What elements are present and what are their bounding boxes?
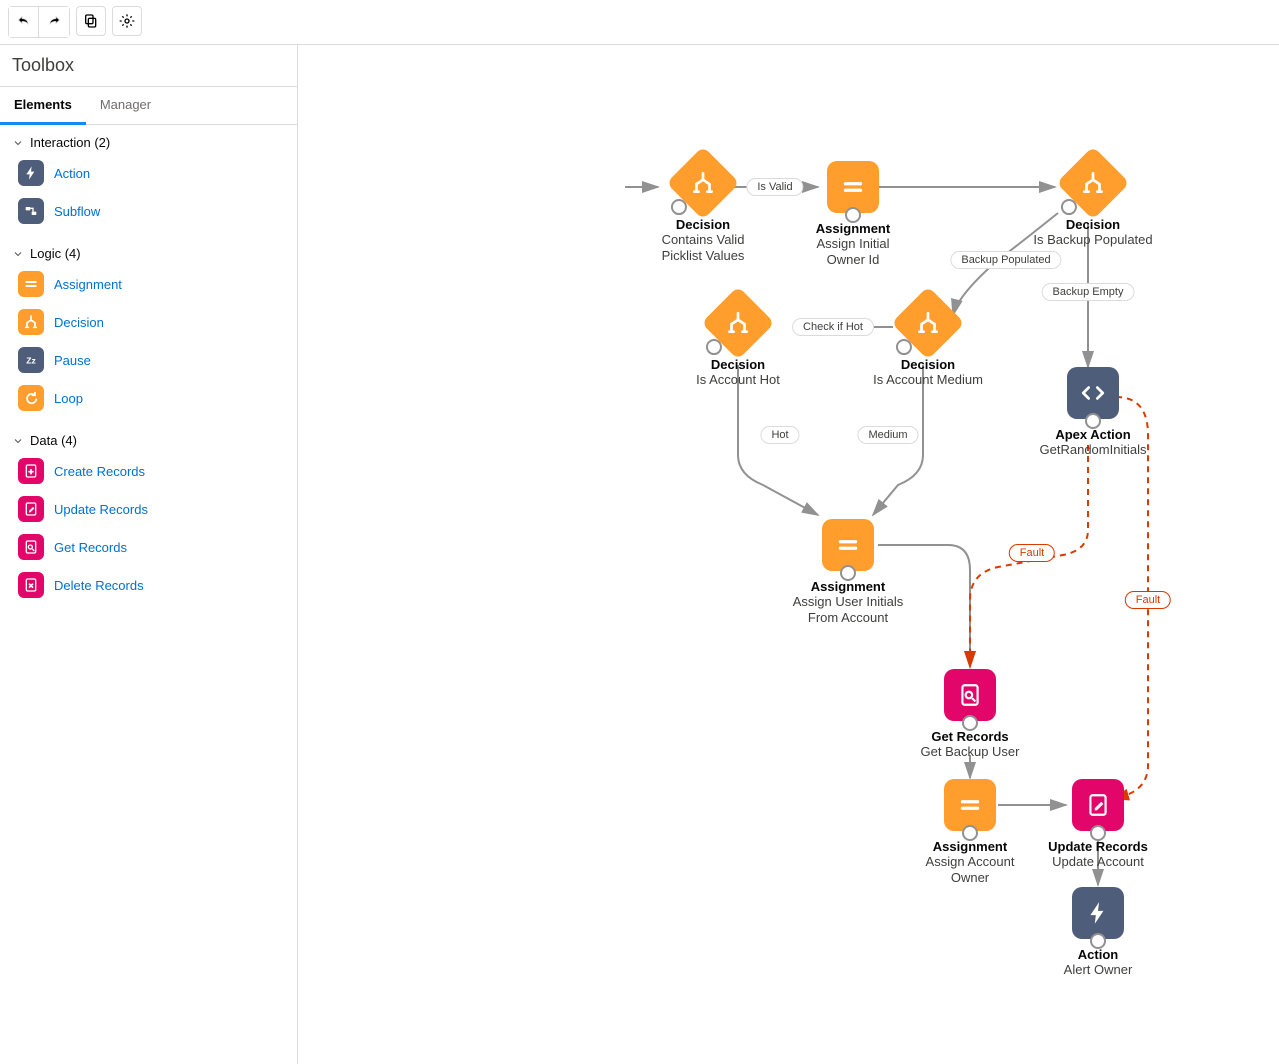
top-toolbar xyxy=(0,0,1279,45)
edge-label-hot[interactable]: Hot xyxy=(760,426,799,444)
section-head-interaction[interactable]: Interaction (2) xyxy=(0,125,297,154)
copy-button[interactable] xyxy=(76,6,106,36)
code-icon xyxy=(1080,380,1106,406)
clipboard-search-icon xyxy=(957,682,983,708)
edge-label-medium[interactable]: Medium xyxy=(857,426,918,444)
node-decision-medium[interactable]: Decision Is Account Medium xyxy=(868,297,988,388)
palette-item-create-records[interactable]: Create Records xyxy=(0,452,297,490)
flow-canvas[interactable]: Start Schedule-Triggered Flow Flow Start… xyxy=(298,45,1279,1064)
start-subtitle: Schedule-Triggered Flow xyxy=(386,138,614,153)
start-card[interactable]: Start Schedule-Triggered Flow Flow Start… xyxy=(373,93,627,275)
tab-manager[interactable]: Manager xyxy=(86,87,165,124)
toolbox-title: Toolbox xyxy=(0,45,297,86)
copy-icon xyxy=(83,13,99,29)
tab-elements[interactable]: Elements xyxy=(0,87,86,125)
palette-item-label: Get Records xyxy=(54,540,127,555)
palette-item-action[interactable]: Action xyxy=(0,154,297,192)
branch-icon xyxy=(690,170,716,196)
node-assignment-owner[interactable]: Assignment Assign Account Owner xyxy=(915,779,1025,885)
clipboard-edit-icon xyxy=(1085,792,1111,818)
start-title: Start xyxy=(386,120,614,138)
node-decision-backup[interactable]: Decision Is Backup Populated xyxy=(1028,157,1158,248)
palette-item-label: Update Records xyxy=(54,502,148,517)
palette-item-update-records[interactable]: Update Records xyxy=(0,490,297,528)
palette-item-label: Decision xyxy=(54,315,104,330)
clip-x-icon xyxy=(18,572,44,598)
equals-icon xyxy=(957,792,983,818)
bolt-icon xyxy=(1085,900,1111,926)
bolt-icon xyxy=(18,160,44,186)
edge-label-backup-empty[interactable]: Backup Empty xyxy=(1042,283,1135,301)
edge-label-check-if-hot[interactable]: Check if Hot xyxy=(792,318,874,336)
start-row-schedule[interactable]: Flow Starts: Thu, Jun 25, 2020 12:0… Fre… xyxy=(374,165,626,227)
edge-label-fault-2[interactable]: Fault xyxy=(1125,591,1171,609)
toolbox-tabs: Elements Manager xyxy=(0,86,297,125)
section-head-logic[interactable]: Logic (4) xyxy=(0,236,297,265)
branch-icon xyxy=(725,310,751,336)
zz-icon: Zz xyxy=(18,347,44,373)
palette-item-label: Action xyxy=(54,166,90,181)
start-row-object[interactable]: Object: Account Record Conditions: 2 app… xyxy=(374,227,626,274)
section-head-data[interactable]: Data (4) xyxy=(0,423,297,452)
loop-icon xyxy=(18,385,44,411)
palette-item-subflow[interactable]: Subflow xyxy=(0,192,297,230)
palette-item-label: Loop xyxy=(54,391,83,406)
branch-icon xyxy=(18,309,44,335)
palette-item-label: Pause xyxy=(54,353,91,368)
palette-item-assignment[interactable]: Assignment xyxy=(0,265,297,303)
redo-button[interactable] xyxy=(39,7,69,37)
clip-search-icon xyxy=(18,534,44,560)
edit-object-link[interactable]: Edit xyxy=(592,236,614,251)
node-decision-contains[interactable]: Decision Contains Valid Picklist Values xyxy=(648,157,758,263)
equals-icon xyxy=(835,532,861,558)
node-apex-action[interactable]: Apex Action GetRandomInitials xyxy=(1033,367,1153,458)
clip-pen-icon xyxy=(18,496,44,522)
svg-text:Zz: Zz xyxy=(26,355,36,365)
node-assignment-initials[interactable]: Assignment Assign User Initials From Acc… xyxy=(783,519,913,625)
chevron-down-icon xyxy=(12,137,24,149)
gear-icon xyxy=(119,13,135,29)
palette-item-label: Delete Records xyxy=(54,578,144,593)
equals-icon xyxy=(18,271,44,297)
branch-icon xyxy=(915,310,941,336)
node-action-alert[interactable]: Action Alert Owner xyxy=(1043,887,1153,978)
undo-button[interactable] xyxy=(9,7,39,37)
chevron-down-icon xyxy=(12,435,24,447)
palette-item-decision[interactable]: Decision xyxy=(0,303,297,341)
branch-icon xyxy=(1080,170,1106,196)
palette-item-pause[interactable]: Zz Pause xyxy=(0,341,297,379)
undo-icon xyxy=(16,14,32,30)
settings-button[interactable] xyxy=(112,6,142,36)
palette-item-loop[interactable]: Loop xyxy=(0,379,297,417)
history-button-group xyxy=(8,6,70,38)
palette-item-label: Assignment xyxy=(54,277,122,292)
edit-schedule-link[interactable]: Edit xyxy=(592,174,614,189)
palette-item-label: Subflow xyxy=(54,204,100,219)
subflow-icon xyxy=(18,198,44,224)
equals-icon xyxy=(840,174,866,200)
edge-label-fault-1[interactable]: Fault xyxy=(1009,544,1055,562)
palette-item-label: Create Records xyxy=(54,464,145,479)
node-update-records[interactable]: Update Records Update Account xyxy=(1043,779,1153,870)
chevron-down-icon xyxy=(12,248,24,260)
node-decision-hot[interactable]: Decision Is Account Hot xyxy=(683,297,793,388)
edge-label-backup-populated[interactable]: Backup Populated xyxy=(950,251,1061,269)
node-assignment-initial[interactable]: Assignment Assign Initial Owner Id xyxy=(798,161,908,267)
node-get-records[interactable]: Get Records Get Backup User xyxy=(915,669,1025,760)
palette-item-delete-records[interactable]: Delete Records xyxy=(0,566,297,604)
clip-plus-icon xyxy=(18,458,44,484)
redo-icon xyxy=(46,14,62,30)
toolbox-sidebar: Toolbox Elements Manager Interaction (2)… xyxy=(0,45,298,1064)
palette-item-get-records[interactable]: Get Records xyxy=(0,528,297,566)
